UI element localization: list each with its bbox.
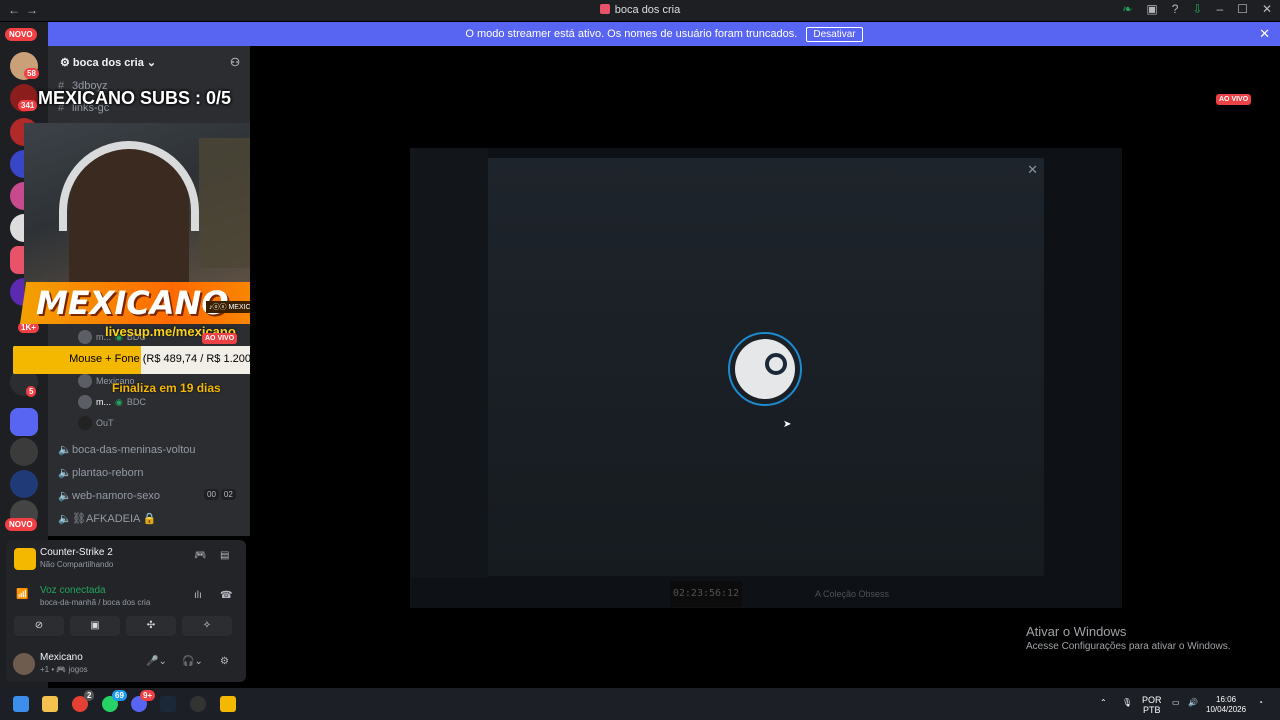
game-collection-label: A Coleção Obsess — [815, 589, 890, 599]
gamepad-icon[interactable]: 🎮 — [194, 550, 206, 561]
app-badge: 9+ — [140, 690, 156, 701]
download-icon[interactable]: ⇩ — [1192, 2, 1202, 16]
voice-user[interactable]: OuT — [78, 416, 114, 430]
mention-badge: 5 — [26, 386, 37, 397]
signal-icon: 📶 — [16, 589, 29, 600]
obs-icon[interactable] — [190, 696, 206, 712]
avatar — [78, 330, 92, 344]
disable-streamer-button[interactable]: Desativar — [806, 27, 863, 42]
game-timer: 02:23:56:12 — [670, 581, 742, 607]
steam-icon[interactable] — [160, 696, 176, 712]
close-window-button[interactable]: ✕ — [1262, 2, 1272, 16]
voice-status: Voz conectada — [40, 585, 106, 596]
voice-channel[interactable]: 🔈⛓AFKADEIA 🔒 — [58, 512, 157, 525]
guild-header[interactable]: ⚙ boca dos cria ⌄ ⚇ — [48, 46, 250, 78]
guild-name: boca dos cria — [72, 57, 144, 69]
activities-button[interactable]: ✣ — [126, 616, 176, 636]
speaker-icon: 🔈 — [58, 444, 72, 456]
headphones-icon[interactable]: 🎧⌄ — [182, 656, 203, 667]
game-background-sidebar — [410, 148, 488, 578]
activity-game: Counter-Strike 2 — [40, 547, 113, 558]
live-badge: AO VIVO — [202, 333, 238, 344]
streamer-mode-banner: O modo streamer está ativo. Os nomes de … — [48, 22, 1280, 46]
microphone-tray-icon[interactable]: 🎙 — [1122, 698, 1132, 708]
app-badge: 2 — [84, 690, 95, 701]
guild-icon: ⚙ — [60, 57, 73, 69]
avatar[interactable] — [13, 653, 35, 675]
voice-location: boca-da-manhã / boca dos cria — [40, 598, 151, 607]
close-icon[interactable]: ✕ — [1027, 162, 1038, 178]
avatar — [78, 374, 92, 388]
voice-channel[interactable]: 🔈plantao-reborn — [58, 466, 144, 479]
mention-badge: 58 — [24, 68, 39, 79]
speaker-icon: 🔈 — [58, 513, 72, 525]
app-badge: 69 — [112, 690, 127, 701]
microphone-icon[interactable]: 🎤⌄ — [146, 656, 167, 667]
headphones-image — [59, 141, 199, 231]
input-language[interactable]: POR PTB — [1142, 695, 1162, 715]
tag-icon: ◉ — [115, 396, 123, 407]
windows-taskbar: 2 69 9+ ⌃ 🎙 POR PTB ▭ 🔊 16:06 10/04/2026 ◔ — [0, 688, 1280, 720]
start-icon[interactable] — [13, 696, 29, 712]
add-member-icon[interactable]: ⚇ — [230, 56, 240, 69]
clock[interactable]: 16:06 10/04/2026 — [1206, 695, 1246, 715]
voice-channel[interactable]: 🔈web-namoro-sexo 00 02 — [58, 489, 236, 502]
settings-gear-icon[interactable]: ⚙ — [220, 656, 229, 667]
server-icon — [599, 4, 610, 14]
banner-close-icon[interactable]: ✕ — [1259, 22, 1270, 46]
user-status: +1 • 🎮 jogos — [40, 665, 88, 674]
voice-channel[interactable]: 🔈boca-das-meninas-voltou — [58, 443, 196, 456]
username: Mexicano — [40, 652, 83, 663]
camera-off-button[interactable]: ⊘ — [14, 616, 64, 636]
file-explorer-icon[interactable] — [42, 696, 58, 712]
noise-suppression-icon[interactable]: ılı — [194, 590, 202, 601]
goal-deadline: Finaliza em 19 dias — [112, 381, 221, 395]
new-badge: NOVO — [5, 28, 37, 41]
chevron-up-icon[interactable]: ⌃ — [1100, 698, 1107, 708]
network-icon[interactable]: ▭ — [1172, 698, 1180, 708]
speaker-icon: 🔈 — [58, 467, 72, 479]
volume-icon[interactable]: 🔊 — [1188, 698, 1198, 708]
stream-view[interactable]: AO VIVO 02:23:56:12 A Coleção Obsess ✕ ➤… — [250, 46, 1280, 688]
chevron-down-icon: ⌄ — [146, 57, 157, 69]
disconnect-icon[interactable]: ☎ — [220, 590, 232, 601]
speaker-icon: 🔈 — [58, 490, 72, 502]
subs-counter: MEXICANO SUBS : 0/5 — [38, 88, 232, 108]
minimize-button[interactable]: – — [1216, 2, 1223, 16]
screen-share-button[interactable]: ▣ — [70, 616, 120, 636]
help-icon[interactable]: ? — [1172, 2, 1179, 16]
nitro-icon[interactable]: ❧ — [1122, 2, 1132, 16]
window-title: boca dos cria — [0, 4, 1280, 16]
new-badge: NOVO — [5, 518, 37, 531]
cs2-taskbar-icon[interactable] — [220, 696, 236, 712]
mention-badge: 341 — [18, 100, 38, 111]
share-screen-icon[interactable]: ▤ — [220, 550, 229, 561]
window-titlebar: ←→ boca dos cria ❧ ▣ ? ⇩ – ☐ ✕ — [0, 0, 1280, 21]
notifications-icon[interactable]: ◔ — [1258, 698, 1263, 708]
maximize-button[interactable]: ☐ — [1237, 2, 1248, 16]
folder-icon[interactable] — [10, 408, 38, 436]
user-limit: 02 — [220, 489, 236, 500]
cs2-icon — [14, 548, 36, 570]
steam-logo-icon — [735, 339, 795, 399]
banner-message: O modo streamer está ativo. Os nomes de … — [465, 28, 798, 40]
windows-activation-notice: Ativar o Windows Acesse Configurações pa… — [1026, 624, 1231, 652]
titlebar-controls: ❧ ▣ ? ⇩ – ☐ ✕ — [1122, 2, 1272, 16]
live-badge-top: AO VIVO — [1216, 94, 1252, 105]
avatar — [78, 395, 92, 409]
mouse-cursor-icon: ➤ — [783, 419, 792, 430]
voice-user[interactable]: m... ◉ BDC — [78, 395, 146, 409]
user-count: 00 — [204, 489, 219, 500]
inbox-icon[interactable]: ▣ — [1146, 2, 1157, 16]
server-avatar[interactable] — [10, 470, 38, 498]
soundboard-button[interactable]: ✧ — [182, 616, 232, 636]
user-panel: Counter-Strike 2 Não Compartilhando 🎮 ▤ … — [6, 540, 246, 682]
avatar — [78, 416, 92, 430]
streamer-name: MEXICANO — [36, 284, 229, 322]
activity-status: Não Compartilhando — [40, 560, 114, 569]
server-avatar[interactable] — [10, 438, 38, 466]
